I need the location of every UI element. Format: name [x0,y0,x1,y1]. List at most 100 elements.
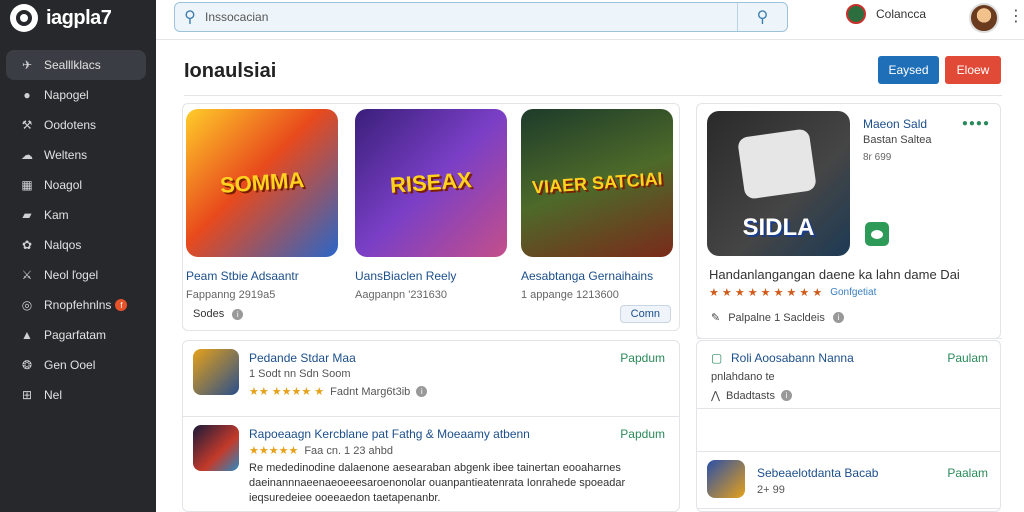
list-item[interactable]: Sebeaelotdanta Bacab 2+ 99 Paalam [697,451,1000,509]
list-item-sub: 2+ 99 [757,484,785,496]
rating: ★★★★★ Faa cn. 1 23 ahbd [249,444,393,458]
star-icon: ★★★★★ [249,445,299,457]
search-icon: ⚲ [184,9,196,26]
logo-icon [10,4,38,32]
hammer-icon: ⚒ [21,118,33,132]
sidebar-item-9[interactable]: ◎ Rnopfehnlns f [6,290,146,320]
game-name: UansBiaclen Reely [355,269,457,283]
star-icon: ★★ ★★★★ ★ [249,386,325,398]
action-link[interactable]: Paalam [947,466,988,480]
sidebar-item-4[interactable]: ☁ Weltens [6,140,146,170]
sidebar-item-7[interactable]: ✿ Nalqos [6,230,146,260]
game-card[interactable]: SOMMA Peam Stbie Adsaantr Fappanng 2919a… [186,109,338,301]
tools-icon: ⚔ [21,268,33,282]
sidebar: iagpla7 ✈ Sealllklacs ● Napogel ⚒ Oodotens … [0,0,156,512]
list-item[interactable]: Pedande Stdar Maa 1 Sodt nn Sdn Soom ★★ … [183,341,679,417]
comment-button[interactable]: Comn [619,305,671,323]
game-thumbnail: RISEAX [355,109,507,257]
sidebar-item-label: Pagarfatam [44,328,107,342]
download-icon: ◎ [21,298,33,312]
avatar[interactable] [969,3,999,33]
game-art-text: SOMMA [219,167,305,198]
detail-rating: ★ ★ ★ ★ ★ ★ ★ ★ ★ Gonfgetiat [709,286,876,299]
search-icon: ⚲ [756,9,769,26]
sidebar-item-label: Rnopfehnlns [44,298,112,312]
sidebar-item-12[interactable]: ⊞ Nel [6,380,146,410]
list-item-description: Re mededinodine dalaenone aesearaban abg… [249,462,626,504]
sidebar-item-11[interactable]: ❂ Gen Ooel [6,350,146,380]
settings-icon: ❂ [21,358,33,372]
sidebar-item-6[interactable]: ▰ Kam [6,200,146,230]
game-meta: Fappanng 2919a5 [186,289,276,301]
list-item[interactable]: ▢ Roli Aoosabann Nanna pnlahdano te ⋀ Bd… [697,341,1000,409]
game-art-text: RISEAX [389,167,473,198]
sidebar-item-1[interactable]: ✈ Sealllklacs [6,50,146,80]
list-item[interactable]: Rapoeaagn Kercblane pat Fathg & Moeaamy … [183,417,679,512]
search-bar: ⚲ ⚲ [174,2,788,32]
detail-meta: 8r 699 [863,152,892,163]
dots-icon[interactable]: ●●●● [962,118,990,129]
sidebar-item-5[interactable]: ▦ Noagol [6,170,146,200]
action-link[interactable]: Papdum [620,351,665,365]
chat-icon: ▢ [711,351,723,365]
game-thumbnail [193,425,239,471]
logo-text: iagpla7 [46,6,112,29]
detail-thumbnail[interactable]: SIDLA [707,111,850,256]
sidebar-item-8[interactable]: ⚔ Neol ľogel [6,260,146,290]
action-link[interactable]: Papdum [620,427,665,441]
pin-icon: ✎ [711,312,721,324]
sidebar-item-label: Kam [44,208,69,222]
list-item-title: Pedande Stdar Maa [249,351,356,365]
detail-title: Maeon Sald [863,117,928,131]
user-badge-icon [846,4,866,24]
rating-label[interactable]: Gonfgetiat [830,287,876,298]
cloud-icon: ☁ [21,148,33,162]
mountain-icon: ▲ [21,328,33,342]
game-card[interactable]: VIAER SATCIAI Aesabtanga Gernaihains 1 a… [521,109,673,301]
detail-subtitle: Bastan Saltea [863,134,932,146]
info-icon[interactable]: i [232,308,244,320]
action-link[interactable]: Paulam [947,351,988,365]
page-title: Ionaulsiai [184,60,277,82]
footer-label: Sodes [193,308,225,320]
topbar: ⚲ ⚲ Colancca ⋮ [156,0,1024,40]
info-icon[interactable]: i [780,390,792,401]
user-name: Colancca [876,7,927,21]
search-button[interactable]: ⚲ [737,3,787,31]
game-logo-icon [737,128,817,200]
sidebar-item-label: Napogel [44,88,89,102]
game-meta: Aagpanpn '231630 [355,289,448,301]
sidebar-item-label: Oodotens [44,118,97,132]
list-item-sub: 1 Sodt nn Sdn Soom [249,368,351,380]
user-menu[interactable]: Colancca [846,4,926,24]
game-name: Aesabtanga Gernaihains [521,269,654,283]
detail-info-row: ✎ Palpalne 1 Sacldeis i [711,311,844,324]
sidebar-item-3[interactable]: ⚒ Oodotens [6,110,146,140]
chart-icon: ⋀ [711,390,721,402]
info-icon[interactable]: i [416,386,428,397]
game-detail: SIDLA Maeon Sald ●●●● Bastan Saltea 8r 6… [696,103,1002,339]
list-item-meta: ⋀ Bdadtasts i [711,389,792,402]
sidebar-item-10[interactable]: ▲ Pagarfatam [6,320,146,350]
list-item-title: Rapoeaagn Kercblane pat Fathg & Moeaamy … [249,427,530,441]
info-icon[interactable]: i [832,312,844,323]
divider [184,95,1002,96]
logo[interactable]: iagpla7 [0,0,156,36]
meta-text: Bdadtasts [726,389,775,402]
game-thumbnail [193,349,239,395]
info-text: Palpalne 1 Sacldeis [728,311,825,324]
sidebar-item-2[interactable]: ● Napogel [6,80,146,110]
game-card[interactable]: RISEAX UansBiaclen Reely Aagpanpn '23163… [355,109,507,301]
sidebar-item-label: Noagol [44,178,83,192]
sidebar-item-label: Nalqos [44,238,82,252]
sidebar-item-label: Nel [44,388,63,402]
more-icon[interactable]: ⋮ [1008,6,1024,26]
list-item-title: Roli Aoosabann Nanna [731,351,854,365]
primary-button[interactable]: Eaysed [878,56,939,84]
main-content: Ionaulsiai Eaysed Eloew SOMMA Peam Stbie… [156,40,1024,512]
danger-button[interactable]: Eloew [945,56,1001,84]
sidebar-item-label: Weltens [44,148,88,162]
list-item-sub: pnlahdano te [711,371,775,383]
chat-icon[interactable] [865,222,889,246]
search-input[interactable] [205,10,737,24]
